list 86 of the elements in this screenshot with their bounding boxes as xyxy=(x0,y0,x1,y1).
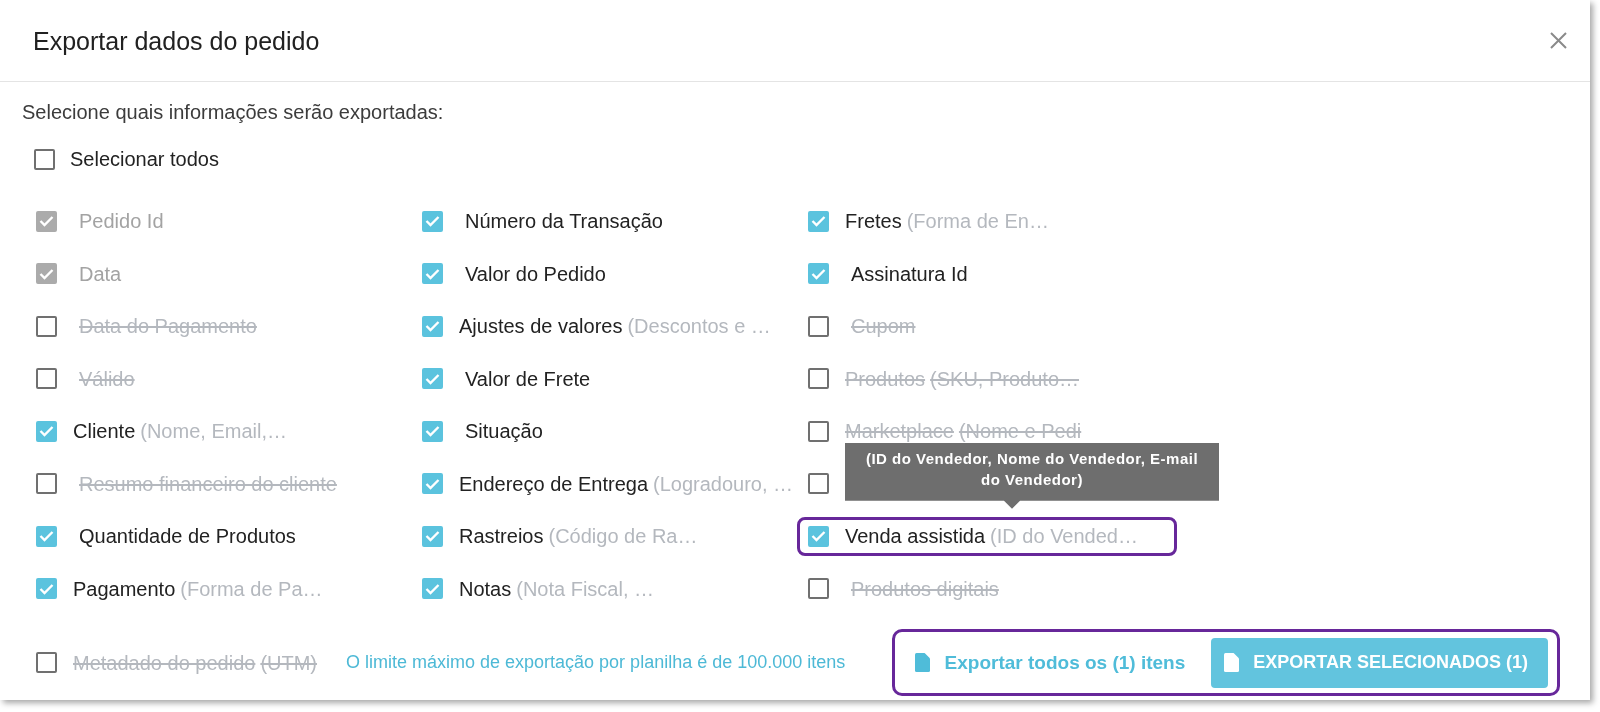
export-selected-button[interactable]: EXPORTAR SELECIONADOS (1) xyxy=(1211,637,1548,688)
option-hint: (Nome, Email,… xyxy=(140,421,287,442)
option-label: Produtos xyxy=(845,368,926,389)
dialog-title: Exportar dados do pedido xyxy=(33,25,320,56)
checkbox[interactable] xyxy=(808,210,829,232)
checkmark-icon xyxy=(811,530,826,543)
option-label: Situação xyxy=(465,421,543,442)
option-label: Venda assistida xyxy=(845,526,986,547)
option-label: Fretes xyxy=(845,211,902,232)
checkmark-icon xyxy=(425,477,440,490)
option-label: Valor de Frete xyxy=(465,368,591,389)
option-label: Data xyxy=(79,263,122,284)
option-label: Selecionar todos xyxy=(70,149,219,169)
option-label: Endereço de Entrega xyxy=(459,473,649,494)
tooltip: (ID do Vendedor, Nome do Vendedor, E-mail do Vendedor) xyxy=(845,442,1219,509)
checkbox[interactable] xyxy=(422,525,443,547)
option-label: Produtos digitais xyxy=(851,578,999,599)
option-label: Notas xyxy=(459,578,512,599)
limit-note: O limite máximo de exportação por planilha é de 100.000 itens xyxy=(346,652,846,673)
option-label: Ajustes de valores xyxy=(459,316,623,337)
checkbox[interactable] xyxy=(422,315,443,337)
checkbox[interactable] xyxy=(36,473,57,495)
checkbox[interactable] xyxy=(36,368,57,390)
option-hint: (Nome e Pedi xyxy=(958,421,1082,442)
option-label: Cliente xyxy=(73,421,136,442)
checkbox[interactable] xyxy=(36,315,57,337)
checkbox[interactable] xyxy=(808,315,829,337)
option-label: Pagamento xyxy=(73,578,176,599)
checkmark-icon xyxy=(811,215,826,228)
checkbox[interactable] xyxy=(808,578,829,600)
checkmark-icon xyxy=(425,215,440,228)
checkmark-icon xyxy=(425,267,440,280)
checkmark-icon xyxy=(425,530,440,543)
close-icon xyxy=(1550,32,1567,49)
checkbox[interactable] xyxy=(422,473,443,495)
checkbox[interactable] xyxy=(36,525,57,547)
option-label: Válido xyxy=(79,368,135,389)
file-icon xyxy=(1224,653,1240,672)
checkbox[interactable] xyxy=(422,210,443,232)
checkbox[interactable] xyxy=(422,368,443,390)
checkbox[interactable] xyxy=(36,420,57,442)
checkmark-icon xyxy=(425,582,440,595)
option-hint: (ID do Vended… xyxy=(990,526,1138,547)
checkmark-icon xyxy=(425,372,440,385)
checkbox[interactable] xyxy=(808,368,829,390)
checkmark-icon xyxy=(425,425,440,438)
checkbox[interactable] xyxy=(422,578,443,600)
option-label: Quantidade de Produtos xyxy=(79,526,296,547)
checkbox[interactable] xyxy=(422,263,443,285)
option-label: Rastreios xyxy=(459,526,544,547)
instructions-text: Selecione quais informações serão exportadas: xyxy=(22,100,444,124)
option-hint: (UTM) xyxy=(260,652,317,673)
close-button[interactable] xyxy=(1550,32,1567,49)
checkbox[interactable] xyxy=(808,420,829,442)
checkbox[interactable] xyxy=(422,420,443,442)
checkmark-icon xyxy=(811,267,826,280)
option-hint: (Logradouro, … xyxy=(653,473,794,494)
option-label: Resumo financeiro do cliente xyxy=(79,473,337,494)
option-label: Metadado do pedido xyxy=(73,652,256,673)
checkmark-icon xyxy=(39,425,54,438)
checkmark-icon xyxy=(39,582,54,595)
option-hint: (Forma de En… xyxy=(906,211,1049,232)
checkbox[interactable] xyxy=(36,578,57,600)
checkmark-icon xyxy=(39,215,54,228)
checkbox[interactable] xyxy=(808,525,829,547)
option-label: Cupom xyxy=(851,316,916,337)
checkmark-icon xyxy=(39,530,54,543)
checkmark-icon xyxy=(425,320,440,333)
checkmark-icon xyxy=(39,267,54,280)
option-label: Marketplace xyxy=(845,421,954,442)
option-label: Valor do Pedido xyxy=(465,263,606,284)
option-label: Pedido Id xyxy=(79,211,164,232)
checkbox[interactable] xyxy=(808,473,829,495)
file-icon xyxy=(914,653,930,672)
option-hint: (SKU, Produto… xyxy=(930,368,1079,389)
checkbox[interactable] xyxy=(34,148,55,170)
option-hint: (Descontos e … xyxy=(627,316,771,337)
option-label: Data do Pagamento xyxy=(79,316,257,337)
option-hint: (Nota Fiscal, … xyxy=(516,578,655,599)
checkbox[interactable] xyxy=(808,263,829,285)
option-label: Assinatura Id xyxy=(851,263,968,284)
option-hint: (Código de Ra… xyxy=(548,526,698,547)
export-all-button[interactable]: Exportar todos os (1) itens xyxy=(902,637,1198,688)
checkbox[interactable] xyxy=(36,652,57,673)
option-label: Número da Transação xyxy=(465,211,663,232)
option-hint: (Forma de Pa… xyxy=(180,578,323,599)
